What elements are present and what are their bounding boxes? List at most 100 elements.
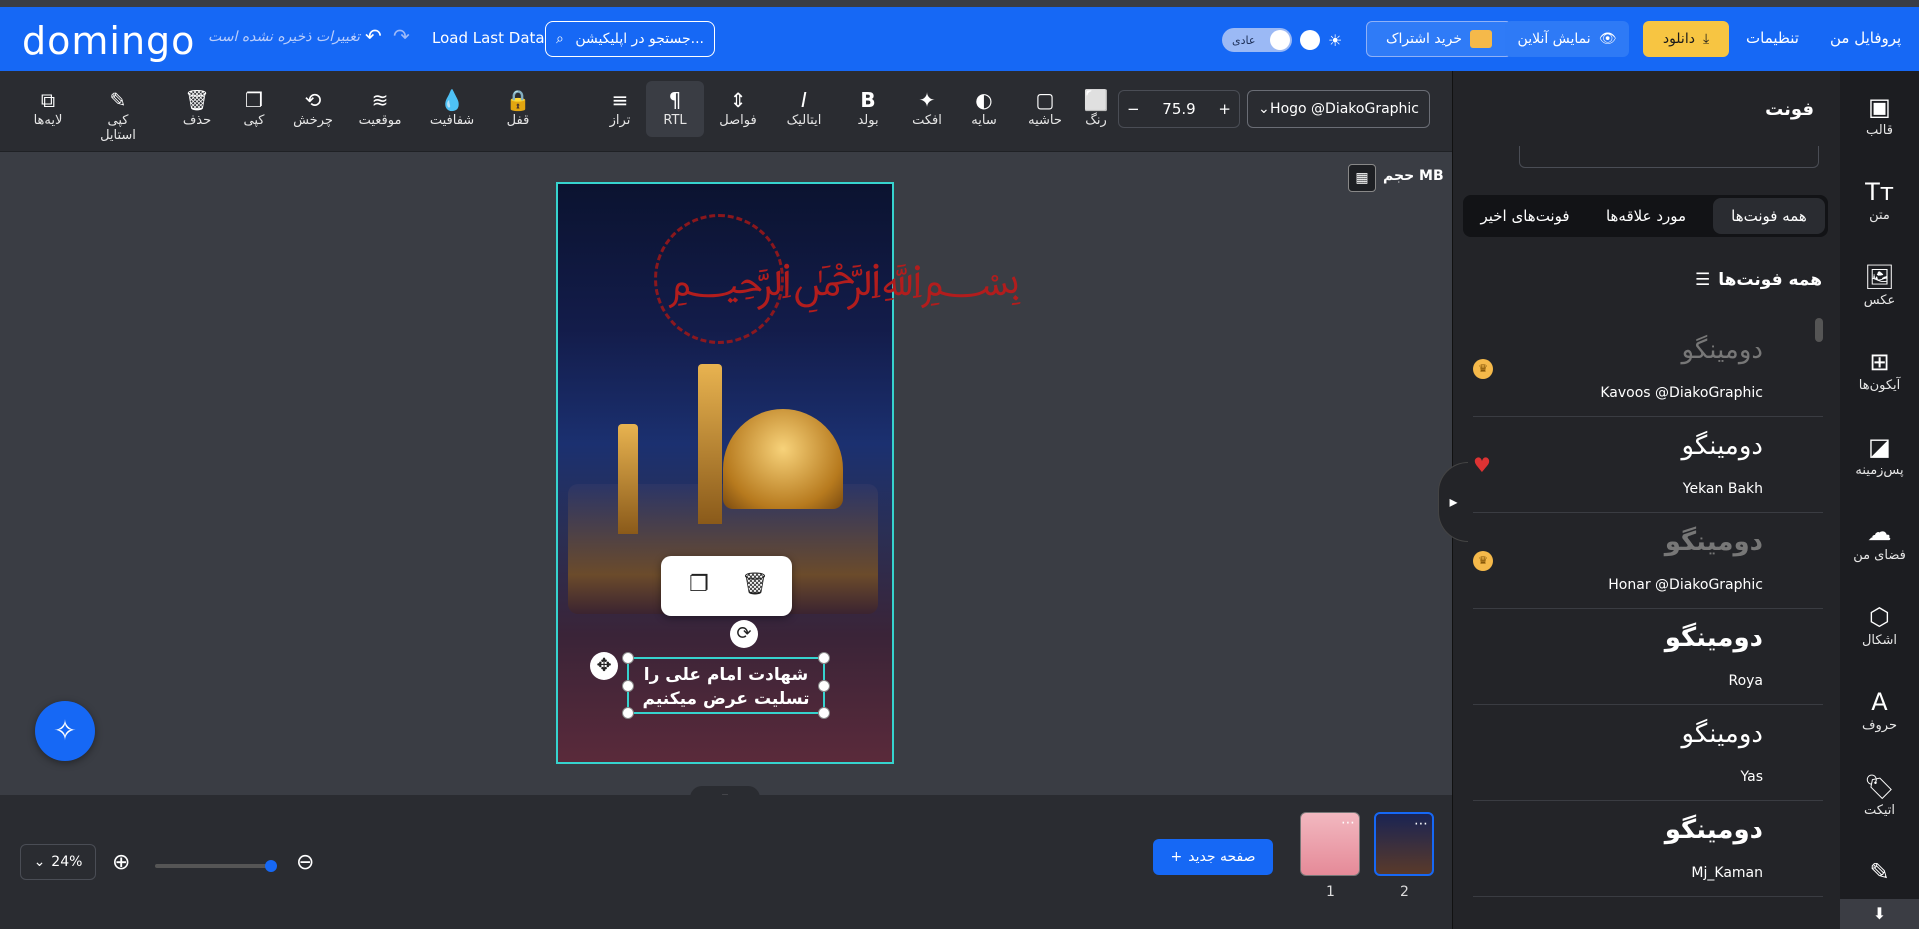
redo-icon[interactable]: ↷ bbox=[393, 24, 410, 48]
eye-icon: 👁 bbox=[1598, 31, 1617, 47]
resize-handle[interactable] bbox=[818, 707, 830, 719]
rtl-button[interactable]: ¶ RTL bbox=[646, 81, 704, 137]
minaret-left bbox=[698, 364, 722, 524]
italic-icon: I bbox=[801, 88, 807, 112]
font-search-input[interactable] bbox=[1519, 146, 1819, 168]
delete-button[interactable]: 🗑 حذف bbox=[167, 87, 227, 128]
font-item-yekan-bakh[interactable]: ♥ دومینگو Yekan Bakh bbox=[1473, 417, 1823, 513]
bold-button[interactable]: B بولد bbox=[838, 87, 898, 128]
crown-badge-icon: ♛ bbox=[1473, 359, 1493, 379]
subscribe-button[interactable]: خرید اشتراک bbox=[1366, 21, 1512, 57]
letter-icon: A bbox=[1871, 688, 1888, 716]
mode-switch[interactable]: عادی bbox=[1222, 28, 1292, 52]
font-item-mj-kaman[interactable]: دومینگو Mj_Kaman bbox=[1473, 801, 1823, 897]
color-button[interactable]: ⬜ رنگ bbox=[1066, 87, 1126, 128]
tab-favorites[interactable]: مورد علاقه‌ها bbox=[1586, 195, 1706, 237]
rotate-button[interactable]: ⟲ چرخش bbox=[283, 87, 343, 128]
magic-wand-button[interactable]: ✧ bbox=[35, 701, 95, 761]
rail-item-draw[interactable]: ✎ bbox=[1840, 856, 1919, 888]
font-tabs: همه فونت‌ها مورد علاقه‌ها فونت‌های اخیر bbox=[1463, 195, 1828, 237]
spacing-button[interactable]: ⇕ فواصل bbox=[708, 87, 768, 128]
undo-icon[interactable]: ↶ bbox=[365, 24, 382, 48]
position-button[interactable]: ≋ موقعیت bbox=[350, 87, 410, 128]
page-thumbnail-1[interactable]: ⋯ bbox=[1300, 812, 1360, 876]
copy-icon: ❐ bbox=[245, 88, 263, 112]
text-toolbar: ⧉ لایه‌ها ✎ کپی استایل 🗑 حذف ❐ کپی ⟲ چرخش ≋ مو… bbox=[0, 71, 1452, 152]
more-icon[interactable]: ⋯ bbox=[1341, 815, 1355, 831]
italic-button[interactable]: I ایتالیک bbox=[774, 87, 834, 128]
resize-handle[interactable] bbox=[818, 680, 830, 692]
resize-handle[interactable] bbox=[622, 680, 634, 692]
heart-icon[interactable]: ♥ bbox=[1473, 453, 1491, 477]
rail-item-icons[interactable]: ⊞ آیکون‌ها bbox=[1840, 346, 1919, 393]
scroll-down-icon[interactable]: ⬇ bbox=[1840, 899, 1919, 929]
online-view-button[interactable]: نمایش آنلاین 👁 bbox=[1505, 21, 1629, 57]
logo[interactable]: domingo bbox=[22, 19, 195, 63]
zoom-slider[interactable] bbox=[155, 860, 277, 872]
font-select[interactable]: ⌄ Hogo @DiakoGraphic bbox=[1247, 90, 1430, 128]
page-number: 1 bbox=[1326, 884, 1335, 900]
trash-icon[interactable]: 🗑 bbox=[741, 572, 769, 597]
effect-button[interactable]: ✦ افکت bbox=[897, 87, 957, 128]
search-placeholder: جستجو در اپلیکیشن... bbox=[575, 31, 704, 47]
resize-handle[interactable] bbox=[818, 652, 830, 664]
duplicate-icon[interactable]: ❐ bbox=[689, 572, 709, 597]
rail-item-my-space[interactable]: ☁ فضای من bbox=[1840, 516, 1919, 563]
opacity-button[interactable]: 💧 شفافیت bbox=[422, 87, 482, 128]
page-thumbnail-2[interactable]: ⋯ bbox=[1374, 812, 1434, 876]
search-input[interactable]: ⌕ جستجو در اپلیکیشن... bbox=[545, 21, 715, 57]
more-icon[interactable]: ⋯ bbox=[1414, 816, 1428, 832]
settings-link[interactable]: تنظیمات bbox=[1746, 29, 1799, 47]
profile-link[interactable]: پروفایل من bbox=[1830, 29, 1901, 47]
move-handle-icon[interactable]: ✥ bbox=[590, 652, 618, 680]
tab-all-fonts[interactable]: همه فونت‌ها bbox=[1713, 198, 1825, 234]
selected-text-box[interactable]: شهادت امام علی را تسلیت عرض میکنیم bbox=[622, 652, 830, 719]
minaret-far-left bbox=[618, 424, 638, 534]
resize-handle[interactable] bbox=[622, 652, 634, 664]
rail-item-background[interactable]: ◪ پس‌زمینه bbox=[1840, 431, 1919, 478]
panel-title: فونت bbox=[1765, 99, 1814, 120]
shadow-button[interactable]: ◐ سایه bbox=[954, 87, 1014, 128]
text-icon: Tт bbox=[1865, 178, 1894, 206]
plus-icon[interactable]: + bbox=[1218, 100, 1231, 118]
wand-icon: ✦ bbox=[918, 88, 936, 112]
lock-button[interactable]: 🔒 قفل bbox=[488, 87, 548, 128]
font-item-honar[interactable]: ♛ دومینگو Honar @DiakoGraphic bbox=[1473, 513, 1823, 609]
tab-recent[interactable]: فونت‌های اخیر bbox=[1469, 195, 1581, 237]
rotate-handle-icon[interactable]: ⟳ bbox=[730, 620, 758, 648]
zoom-select[interactable]: ⌄ 24% bbox=[20, 844, 96, 880]
download-button[interactable]: دانلود ⤓ bbox=[1643, 21, 1729, 57]
text-content[interactable]: شهادت امام علی را تسلیت عرض میکنیم bbox=[629, 663, 823, 711]
side-rail: ▣ قالب Tт متن 🖼 عکس ⊞ آیکون‌ها ◪ پس‌زمینه ☁ فض… bbox=[1840, 71, 1919, 929]
magic-wand-icon: ✧ bbox=[53, 714, 77, 747]
resize-handle[interactable] bbox=[622, 707, 634, 719]
font-item-kavoos[interactable]: ♛ دومینگو Kavoos @DiakoGraphic bbox=[1473, 321, 1823, 417]
new-page-button[interactable]: + صفحه جدید bbox=[1153, 839, 1273, 875]
calligraphy-text: ﷽ bbox=[668, 252, 1022, 306]
dome-image bbox=[723, 409, 843, 509]
zoom-out-icon[interactable]: ⊖ bbox=[296, 850, 314, 875]
copy-button[interactable]: ❐ کپی bbox=[224, 87, 284, 128]
brush-icon: ✎ bbox=[109, 88, 127, 112]
file-size-label: حجم MB bbox=[1383, 168, 1444, 184]
minus-icon[interactable]: − bbox=[1127, 100, 1140, 118]
font-item-yas[interactable]: دومینگو Yas bbox=[1473, 705, 1823, 801]
align-button[interactable]: ≡ تراز bbox=[590, 87, 650, 128]
copy-style-button[interactable]: ✎ کپی استایل bbox=[88, 87, 148, 143]
rail-item-templates[interactable]: ▣ قالب bbox=[1840, 91, 1919, 138]
rail-item-text[interactable]: Tт متن bbox=[1840, 176, 1919, 223]
theme-toggle[interactable]: عادی ☀ bbox=[1222, 27, 1342, 53]
chevron-down-icon: ⌄ bbox=[1258, 101, 1270, 117]
font-size-stepper[interactable]: − 75.9 + bbox=[1118, 90, 1240, 128]
calculator-icon[interactable]: ▦ bbox=[1348, 164, 1376, 192]
load-last-data-button[interactable]: Load Last Data bbox=[432, 29, 545, 47]
rail-item-photos[interactable]: 🖼 عکس bbox=[1840, 261, 1919, 308]
theme-dot[interactable] bbox=[1300, 30, 1320, 50]
rail-item-shapes[interactable]: ⬡ اشکال bbox=[1840, 601, 1919, 648]
rail-item-labels[interactable]: 🏷 اتیکت bbox=[1840, 771, 1919, 818]
rail-item-letters[interactable]: A حروف bbox=[1840, 686, 1919, 733]
font-item-roya[interactable]: دومینگو Roya bbox=[1473, 609, 1823, 705]
crown-icon bbox=[1470, 30, 1493, 48]
zoom-in-icon[interactable]: ⊕ bbox=[112, 850, 130, 875]
layers-button[interactable]: ⧉ لایه‌ها bbox=[18, 87, 78, 128]
